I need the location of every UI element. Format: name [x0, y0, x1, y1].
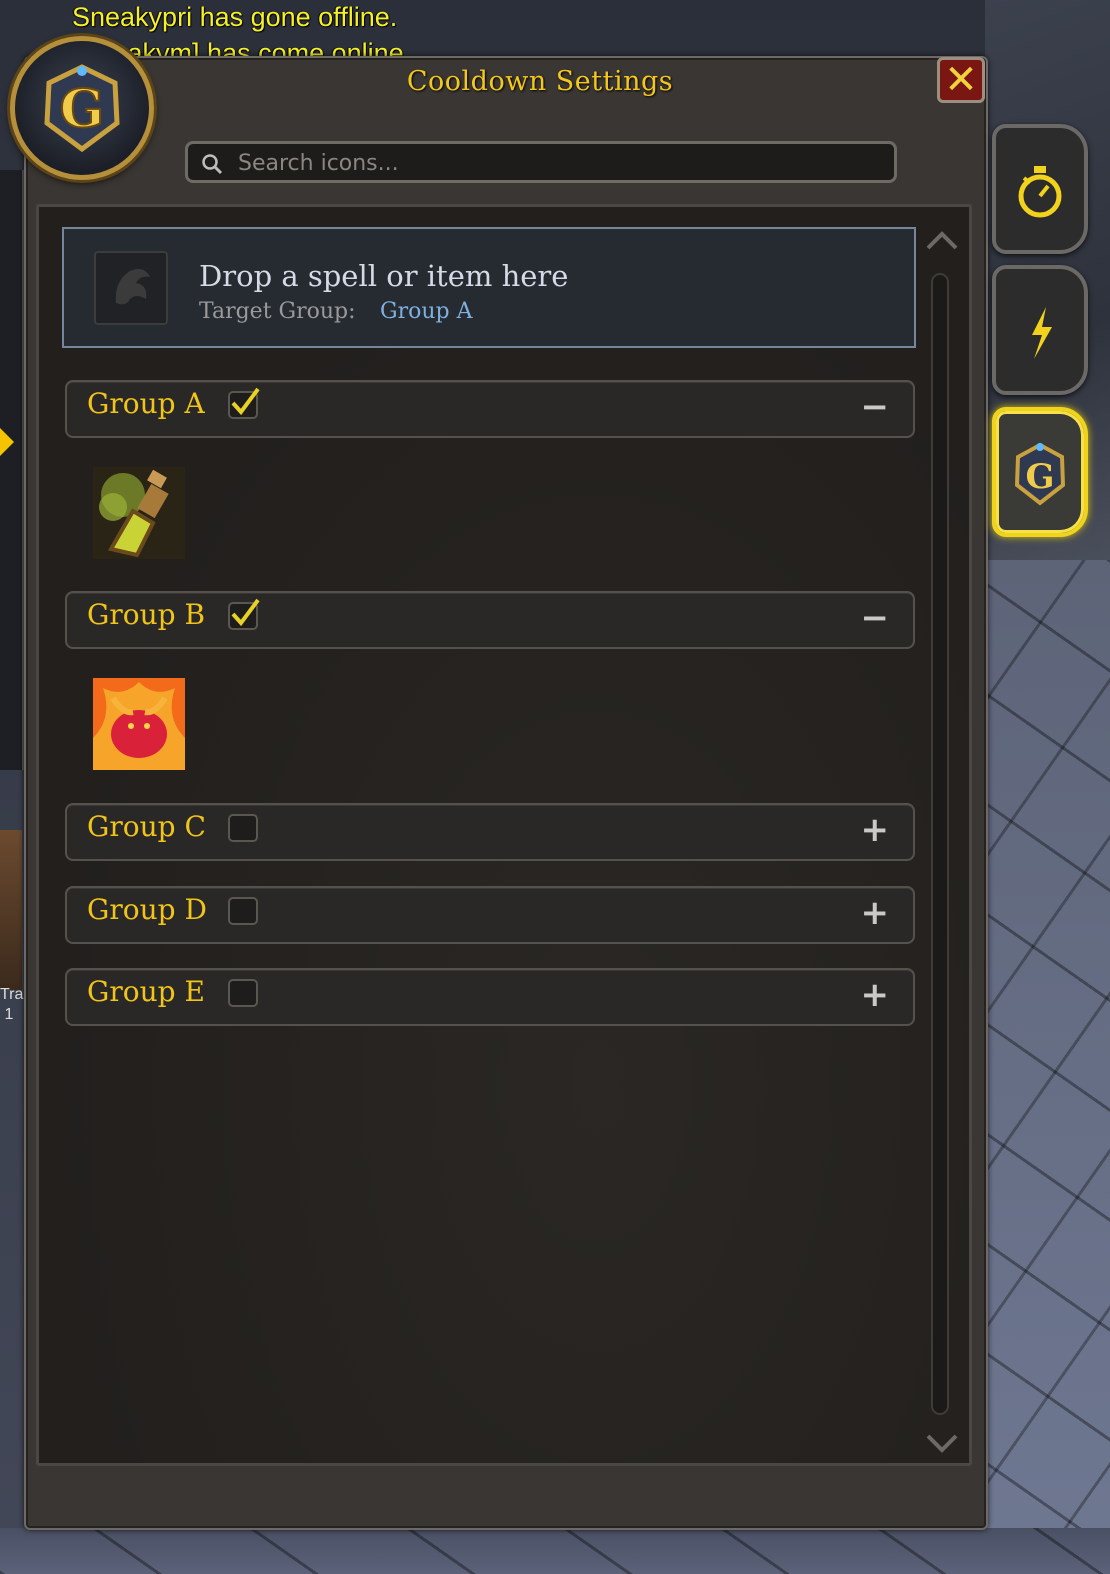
- addon-emblem: G: [10, 36, 154, 180]
- search-icon: [202, 154, 223, 175]
- stopwatch-icon: [1018, 166, 1062, 218]
- scroll-down-icon[interactable]: [924, 1430, 960, 1460]
- lightning-icon: [1032, 307, 1052, 359]
- scroll-up-icon[interactable]: [924, 224, 960, 254]
- collapse-button[interactable]: −: [861, 601, 890, 635]
- close-icon: ✕: [944, 57, 978, 103]
- expand-button[interactable]: +: [861, 813, 890, 847]
- target-group-label: Target Group:: [199, 299, 356, 324]
- expand-button[interactable]: +: [861, 978, 890, 1012]
- side-tab-stopwatch[interactable]: [992, 124, 1088, 254]
- group-checkbox[interactable]: [228, 897, 258, 925]
- search-box[interactable]: [185, 141, 897, 183]
- empty-slot-icon[interactable]: [94, 251, 168, 325]
- svg-text:G: G: [1025, 457, 1054, 497]
- demon-fire-icon[interactable]: [93, 678, 185, 770]
- close-button[interactable]: ✕: [937, 57, 985, 103]
- left-edge-text: Trai 1: [0, 986, 27, 1023]
- group-label: Group A: [87, 387, 205, 420]
- title-bar[interactable]: Cooldown Settings: [140, 60, 940, 104]
- floor-tiles-bottom: [0, 1528, 1110, 1574]
- group-header-b[interactable]: Group B −: [65, 591, 915, 649]
- svg-text:G: G: [60, 79, 104, 140]
- window-title: Cooldown Settings: [406, 66, 674, 97]
- checkmark-icon: [231, 598, 260, 627]
- group-label: Group E: [87, 975, 205, 1008]
- side-tab-lightning[interactable]: [992, 265, 1088, 395]
- group-checkbox[interactable]: [228, 814, 258, 842]
- potion-icon[interactable]: [93, 467, 185, 559]
- group-checkbox[interactable]: [228, 387, 260, 419]
- guild-g-icon: G: [1014, 442, 1066, 506]
- group-header-c[interactable]: Group C +: [65, 803, 915, 861]
- chat-line: Sneakypri has gone offline.: [72, 2, 398, 32]
- drop-zone-title: Drop a spell or item here: [199, 259, 569, 293]
- group-checkbox[interactable]: [228, 979, 258, 1007]
- group-label: Group D: [87, 893, 207, 926]
- collapse-button[interactable]: −: [861, 390, 890, 424]
- scrollbar-track[interactable]: [931, 273, 949, 1415]
- group-header-e[interactable]: Group E +: [65, 968, 915, 1026]
- group-header-d[interactable]: Group D +: [65, 886, 915, 944]
- search-input[interactable]: [236, 144, 880, 182]
- left-ui-strip: [0, 170, 24, 770]
- group-checkbox[interactable]: [228, 598, 260, 630]
- expand-button[interactable]: +: [861, 896, 890, 930]
- group-label: Group C: [87, 810, 206, 843]
- group-header-a[interactable]: Group A −: [65, 380, 915, 438]
- floor-tiles: [985, 560, 1110, 1574]
- slot-placeholder-icon: [115, 269, 150, 305]
- drop-zone[interactable]: Drop a spell or item here Target Group: …: [62, 227, 916, 348]
- group-label: Group B: [87, 598, 206, 631]
- target-group-value[interactable]: Group A: [380, 299, 472, 324]
- expand-arrow-icon[interactable]: [0, 428, 14, 456]
- guild-g-icon: G: [44, 64, 120, 153]
- checkmark-icon: [231, 387, 260, 416]
- character-model: [0, 830, 22, 990]
- side-tab-guild[interactable]: G: [992, 407, 1088, 537]
